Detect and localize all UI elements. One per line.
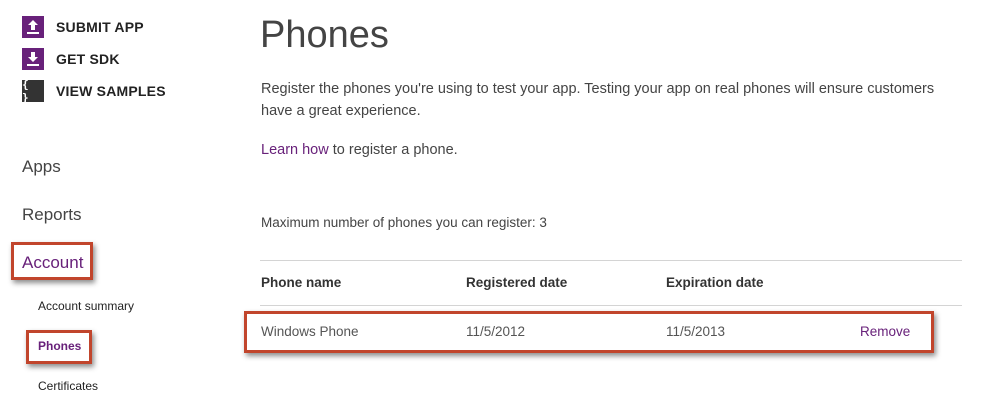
learn-how-link[interactable]: Learn how xyxy=(261,142,329,158)
nav-account-summary[interactable]: Account summary xyxy=(38,299,134,313)
intro-text: Register the phones you're using to test… xyxy=(261,81,935,119)
view-samples-label: VIEW SAMPLES xyxy=(56,83,166,99)
phones-highlight-box xyxy=(26,330,92,364)
submit-app-label: SUBMIT APP xyxy=(56,19,144,35)
learn-line: Learn how to register a phone. xyxy=(261,142,458,158)
phone-row-highlight-box xyxy=(244,311,934,353)
upload-icon xyxy=(22,16,44,38)
view-samples-button[interactable]: { } VIEW SAMPLES xyxy=(22,78,166,104)
nav-certificates[interactable]: Certificates xyxy=(38,379,98,393)
download-icon xyxy=(22,48,44,70)
get-sdk-label: GET SDK xyxy=(56,51,120,67)
submit-app-button[interactable]: SUBMIT APP xyxy=(22,16,144,38)
page-title: Phones xyxy=(260,14,389,56)
table-top-divider xyxy=(260,260,962,261)
max-phones-text: Maximum number of phones you can registe… xyxy=(261,215,547,230)
header-registered-date: Registered date xyxy=(466,275,568,290)
code-braces-icon: { } xyxy=(22,78,44,104)
learn-rest-text: to register a phone. xyxy=(328,142,458,158)
header-expiration-date: Expiration date xyxy=(666,275,764,290)
header-phone-name: Phone name xyxy=(261,275,342,290)
nav-reports[interactable]: Reports xyxy=(22,205,82,225)
nav-apps[interactable]: Apps xyxy=(22,157,61,177)
table-header-divider xyxy=(260,305,962,306)
get-sdk-button[interactable]: GET SDK xyxy=(22,48,120,70)
account-highlight-box xyxy=(11,242,93,280)
